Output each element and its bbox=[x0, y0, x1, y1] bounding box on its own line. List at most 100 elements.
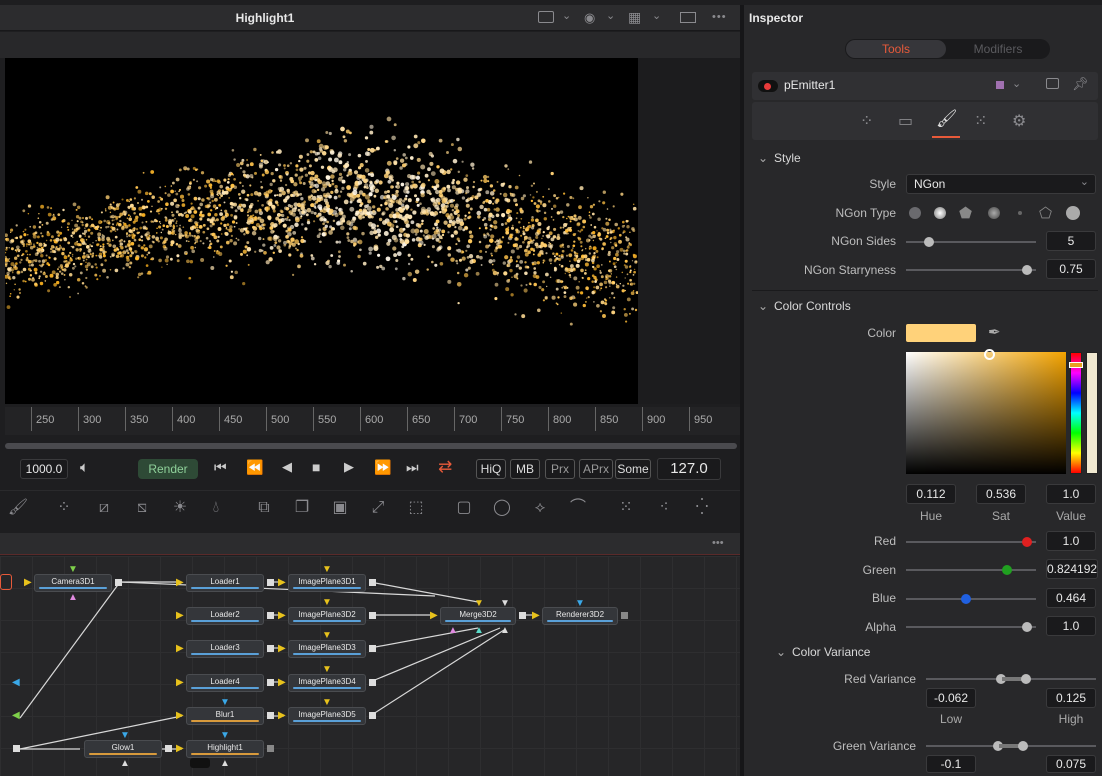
input-triangle[interactable]: ▶ bbox=[24, 577, 32, 588]
end-frame-field[interactable]: 1000.0 bbox=[20, 459, 68, 479]
alpha-field[interactable]: 1.0 bbox=[1046, 616, 1096, 636]
output-port[interactable] bbox=[267, 645, 274, 652]
alpha-slider[interactable] bbox=[906, 622, 1036, 632]
red-slider[interactable] bbox=[906, 537, 1036, 547]
blue-field[interactable]: 0.464 bbox=[1046, 588, 1096, 608]
node-view-toggle[interactable] bbox=[190, 758, 210, 768]
input-triangle[interactable]: ◀ bbox=[12, 677, 20, 688]
input-triangle[interactable]: ▶ bbox=[278, 643, 286, 654]
output-port[interactable] bbox=[13, 745, 20, 752]
input-triangle[interactable]: ▶ bbox=[176, 677, 184, 688]
node-imageplane3d4[interactable]: ImagePlane3D4 bbox=[288, 674, 366, 692]
p-style-icon[interactable]: 🖌︎ bbox=[936, 109, 958, 129]
style-dropdown[interactable]: NGon ⌄ bbox=[906, 174, 1096, 194]
input-triangle[interactable]: ▶ bbox=[430, 610, 438, 621]
chevron-down-icon[interactable]: ⌄ bbox=[562, 9, 571, 22]
shape-pentagon-outline-icon[interactable]: ⬠ bbox=[1039, 204, 1052, 222]
pin-icon[interactable]: 📌︎ bbox=[1072, 76, 1089, 92]
input-triangle[interactable]: ▼ bbox=[120, 730, 130, 741]
chevron-down-icon[interactable]: ⌄ bbox=[1012, 77, 1021, 90]
output-port[interactable] bbox=[369, 612, 376, 619]
particles-icon[interactable]: ⁘ bbox=[50, 496, 78, 520]
step-back-icon[interactable]: ⏪ bbox=[246, 459, 263, 476]
p-sets-icon[interactable]: ▭ bbox=[898, 111, 913, 131]
eyedropper-icon[interactable]: ✒︎ bbox=[988, 323, 1001, 341]
node-imageplane3d2[interactable]: ImagePlane3D2 bbox=[288, 607, 366, 625]
chevron-down-icon[interactable]: ⌄ bbox=[606, 9, 615, 22]
red-variance-range[interactable] bbox=[926, 674, 1096, 684]
color-picker-field[interactable] bbox=[906, 352, 1066, 474]
blue-slider[interactable] bbox=[906, 594, 1036, 604]
shape-circle-glow-icon[interactable] bbox=[934, 207, 946, 219]
brightness-icon[interactable]: ☀ bbox=[166, 496, 194, 520]
shape-blur-icon[interactable] bbox=[988, 207, 1000, 219]
input-triangle[interactable]: ▶ bbox=[176, 577, 184, 588]
polygon-mask-icon[interactable]: ⟡ bbox=[526, 496, 554, 520]
input-triangle[interactable]: ◀ bbox=[12, 710, 20, 721]
window-icon[interactable] bbox=[1046, 78, 1059, 89]
play-icon[interactable]: ▶ bbox=[344, 459, 354, 475]
input-triangle[interactable]: ▲ bbox=[474, 625, 484, 636]
input-triangle[interactable]: ▼ bbox=[68, 564, 78, 575]
p-controls-icon[interactable]: ⁘ bbox=[860, 111, 873, 131]
color-swatch-icon[interactable] bbox=[996, 81, 1004, 89]
chevron-down-icon[interactable]: ⌄ bbox=[652, 9, 661, 22]
resize-icon[interactable]: ⤢ bbox=[364, 496, 392, 520]
ngon-sides-field[interactable]: 5 bbox=[1046, 231, 1096, 251]
aprx-button[interactable]: APrx bbox=[579, 459, 613, 479]
input-triangle[interactable]: ▼ bbox=[220, 730, 230, 741]
mb-button[interactable]: MB bbox=[510, 459, 540, 479]
color-controls-section[interactable]: ⌄ Color Controls bbox=[752, 292, 1102, 320]
input-triangle[interactable]: ▶ bbox=[176, 610, 184, 621]
prx-button[interactable]: Prx bbox=[545, 459, 575, 479]
green-variance-high-field[interactable]: 0.075 bbox=[1046, 755, 1096, 773]
output-port[interactable] bbox=[267, 745, 274, 752]
node-imageplane3d1[interactable]: ImagePlane3D1 bbox=[288, 574, 366, 592]
paint-brush-icon[interactable]: 🖌︎ bbox=[4, 496, 32, 520]
input-triangle[interactable]: ▼ bbox=[322, 564, 332, 575]
dual-view-icon[interactable] bbox=[680, 12, 696, 23]
mask-icon[interactable]: ▣ bbox=[326, 496, 354, 520]
ngon-type-selector[interactable]: ⬟ ⬠ bbox=[906, 204, 1096, 222]
loop-icon[interactable]: ⇄ bbox=[438, 457, 452, 477]
node-highlight1[interactable]: Highlight1 bbox=[186, 740, 264, 758]
ngon-starryness-field[interactable]: 0.75 bbox=[1046, 259, 1096, 279]
p-region-icon[interactable]: ⁙ bbox=[974, 111, 987, 131]
node-imageplane3d3[interactable]: ImagePlane3D3 bbox=[288, 640, 366, 658]
green-field[interactable]: 0.824192 bbox=[1046, 559, 1098, 579]
input-triangle[interactable]: ▼ bbox=[322, 630, 332, 641]
ngon-sides-slider[interactable] bbox=[906, 237, 1036, 247]
bspline-mask-icon[interactable]: ⌒ bbox=[564, 496, 592, 520]
hue-bar-handle[interactable] bbox=[1069, 362, 1083, 368]
ngon-starryness-slider[interactable] bbox=[906, 265, 1036, 275]
range-high-knob[interactable] bbox=[1021, 674, 1031, 684]
node-left-edge-marker[interactable] bbox=[0, 574, 12, 590]
color-curves-icon[interactable]: ⧅ bbox=[128, 496, 156, 520]
output-port[interactable] bbox=[369, 679, 376, 686]
stop-icon[interactable]: ■ bbox=[312, 459, 320, 475]
node-blur1[interactable]: Blur1 bbox=[186, 707, 264, 725]
shape-dot-icon[interactable] bbox=[1018, 211, 1022, 215]
p-render-icon[interactable]: ⁖ bbox=[650, 496, 678, 520]
node-imageplane3d5[interactable]: ImagePlane3D5 bbox=[288, 707, 366, 725]
hue-field[interactable]: 0.112 bbox=[906, 484, 956, 504]
view-layout-icon[interactable] bbox=[538, 11, 554, 23]
input-triangle[interactable]: ▶ bbox=[176, 710, 184, 721]
node-loader3[interactable]: Loader3 bbox=[186, 640, 264, 658]
node-loader4[interactable]: Loader4 bbox=[186, 674, 264, 692]
node-camera3d1[interactable]: Camera3D1 bbox=[34, 574, 112, 592]
input-triangle[interactable]: ▼ bbox=[500, 598, 510, 609]
shape-circle-soft-icon[interactable] bbox=[909, 207, 921, 219]
value-field[interactable]: 1.0 bbox=[1046, 484, 1096, 504]
red-field[interactable]: 1.0 bbox=[1046, 531, 1096, 551]
output-port[interactable] bbox=[369, 712, 376, 719]
node-glow1[interactable]: Glow1 bbox=[84, 740, 162, 758]
shape-circle-solid-icon[interactable] bbox=[1066, 206, 1080, 220]
speaker-icon[interactable]: 🔈︎ bbox=[80, 459, 89, 476]
alpha-bar[interactable] bbox=[1086, 352, 1098, 474]
input-triangle[interactable]: ▶ bbox=[176, 743, 184, 754]
slider-knob[interactable] bbox=[1002, 565, 1012, 575]
output-port[interactable] bbox=[267, 612, 274, 619]
output-port[interactable] bbox=[369, 579, 376, 586]
input-triangle[interactable]: ▲ bbox=[500, 625, 510, 636]
